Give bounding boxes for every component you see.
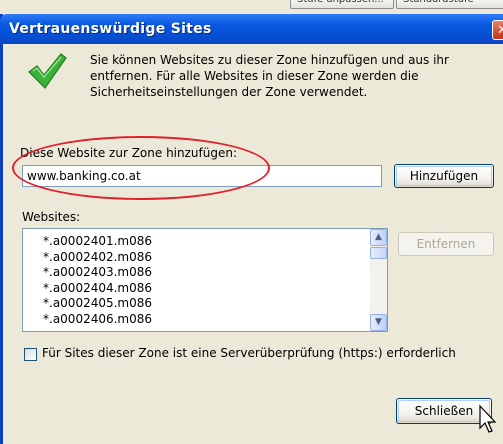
list-item[interactable]: *.a0002406.m086 xyxy=(43,312,152,328)
list-item[interactable]: *.a0002404.m086 xyxy=(43,281,152,297)
add-button[interactable]: Hinzufügen xyxy=(394,164,494,188)
close-icon[interactable]: ✕ xyxy=(492,20,503,40)
list-scrollbar[interactable]: ▲ ▼ xyxy=(370,229,387,331)
title-bar[interactable]: Vertrauenswürdige Sites ✕ xyxy=(0,14,503,44)
scrollbar-thumb[interactable] xyxy=(370,247,387,259)
list-item[interactable]: *.a0002402.m086 xyxy=(43,250,152,266)
remove-button[interactable]: Entfernen xyxy=(398,232,494,256)
checkmark-icon xyxy=(28,53,67,89)
https-checkbox-label[interactable]: Für Sites dieser Zone ist eine Serverübe… xyxy=(42,346,456,360)
mouse-pointer-icon xyxy=(479,404,497,433)
arrow-down-icon[interactable]: ▼ xyxy=(370,314,387,331)
background-default-level-button: Standardstufe xyxy=(396,0,503,9)
https-checkbox[interactable] xyxy=(24,348,37,361)
list-item[interactable]: *.a0002405.m086 xyxy=(43,296,152,312)
list-item[interactable]: *.a0002401.m086 xyxy=(43,234,152,250)
add-site-input[interactable] xyxy=(22,165,382,187)
websites-list[interactable]: *.a0002401.m086 *.a0002402.m086 *.a00024… xyxy=(22,228,388,332)
info-text: Sie können Websites zu dieser Zone hinzu… xyxy=(90,53,449,99)
list-item[interactable]: *.a0002403.m086 xyxy=(43,265,152,281)
websites-label: Websites: xyxy=(22,210,81,224)
background-custom-level-button: Stufe anpassen... xyxy=(290,0,394,9)
arrow-up-icon[interactable]: ▲ xyxy=(370,229,387,246)
dialog-title: Vertrauenswürdige Sites xyxy=(9,21,212,37)
add-site-label: Diese Website zur Zone hinzufügen: xyxy=(20,146,238,160)
